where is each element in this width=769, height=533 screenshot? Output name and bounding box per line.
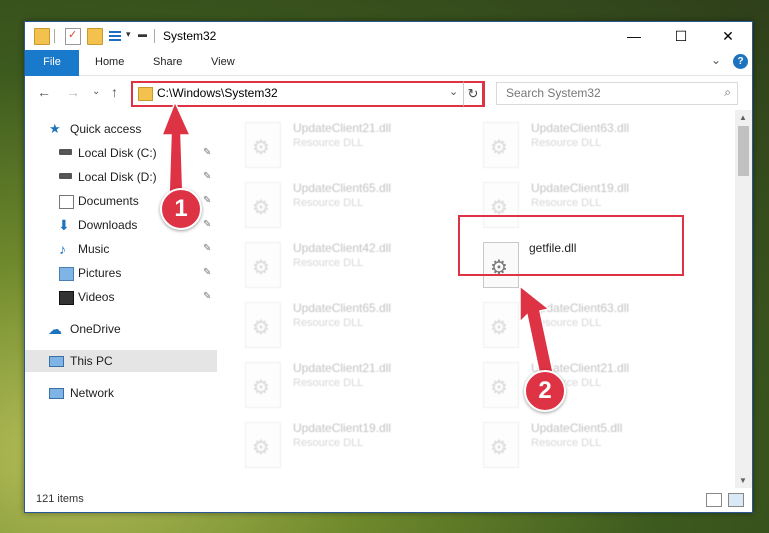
arrow-2 [519,284,554,377]
step-2-callout: 2 [524,370,566,412]
step-1-callout: 1 [160,188,202,230]
annotation-arrows [160,100,554,377]
arrow-1 [160,100,192,199]
